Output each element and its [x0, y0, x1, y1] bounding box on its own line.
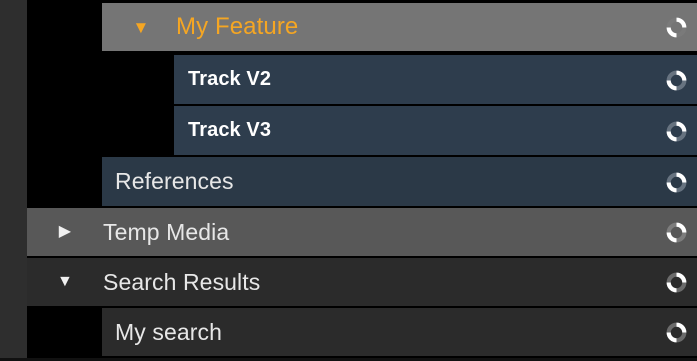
- media-tree: ▼ My Feature Track V2 Track V3 Reference…: [27, 0, 697, 361]
- tree-row-label: References: [115, 168, 234, 194]
- collapsed-arrow-icon[interactable]: ▶: [50, 224, 80, 240]
- loading-spinner-icon: [666, 222, 687, 243]
- loading-spinner-icon: [666, 70, 687, 90]
- loading-spinner-icon: [666, 17, 687, 38]
- loading-spinner-icon: [666, 322, 687, 343]
- tree-row-label: Search Results: [103, 268, 261, 295]
- tree-row-search-results[interactable]: ▼ Search Results: [27, 258, 697, 308]
- loading-spinner-icon: [666, 172, 687, 192]
- tree-row-label: Track V3: [188, 119, 272, 141]
- tree-row-label: Temp Media: [103, 218, 230, 245]
- media-library-tree-window: ▼ My Feature Track V2 Track V3 Reference…: [0, 0, 697, 361]
- expanded-arrow-icon[interactable]: ▼: [126, 19, 156, 36]
- tree-row-track-v2[interactable]: Track V2: [174, 55, 697, 106]
- tree-row-label: My Feature: [176, 13, 299, 40]
- tree-row-temp-media[interactable]: ▶ Temp Media: [27, 208, 697, 258]
- loading-spinner-icon: [666, 121, 687, 141]
- loading-spinner-icon: [666, 272, 687, 293]
- tree-row-label: My search: [115, 318, 222, 345]
- tree-row-my-feature[interactable]: ▼ My Feature: [102, 0, 697, 53]
- tree-row-references[interactable]: References: [102, 157, 697, 208]
- expanded-arrow-icon[interactable]: ▼: [50, 274, 80, 290]
- tree-row-label: Track V2: [188, 68, 272, 90]
- left-rail: [0, 0, 27, 361]
- tree-row-my-search[interactable]: My search: [102, 308, 697, 358]
- tree-row-track-v3[interactable]: Track V3: [174, 106, 697, 157]
